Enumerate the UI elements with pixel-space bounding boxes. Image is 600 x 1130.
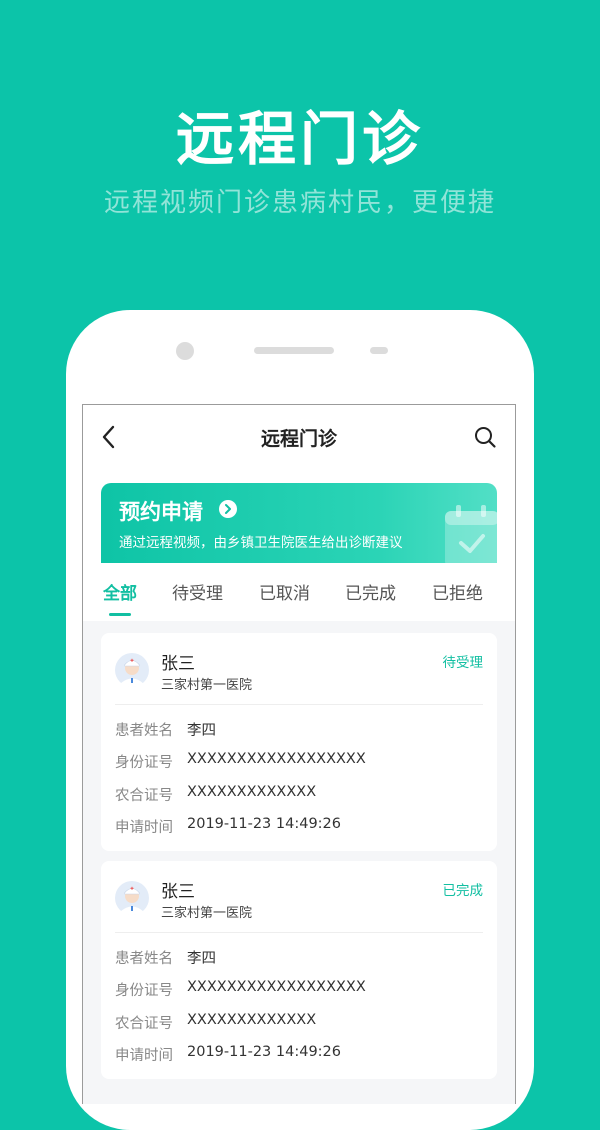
apply-time-value: 2019-11-23 14:49:26	[187, 1044, 341, 1060]
phone-camera	[176, 342, 194, 360]
insurance-number-label: 农合证号	[115, 1016, 173, 1032]
id-number-label: 身份证号	[115, 983, 173, 999]
id-number-value: XXXXXXXXXXXXXXXXXX	[187, 751, 366, 767]
insurance-number-value: XXXXXXXXXXXXX	[187, 784, 317, 800]
patient-name-value: 李四	[187, 951, 216, 967]
appointment-banner[interactable]: 预约申请 通过远程视频，由乡镇卫生院医生给出诊断建议	[101, 483, 497, 563]
hospital-name: 三家村第一医院	[161, 906, 253, 921]
doctor-name: 张三	[161, 654, 195, 674]
insurance-number-value: XXXXXXXXXXXXX	[187, 1012, 317, 1028]
card-divider	[115, 704, 483, 705]
tab-pending[interactable]: 待受理	[172, 579, 223, 604]
status-tabs: 全部 待受理 已取消 已完成 已拒绝	[83, 565, 515, 619]
hero-title: 远程门诊	[175, 105, 424, 173]
id-number-value: XXXXXXXXXXXXXXXXXX	[187, 979, 366, 995]
nav-bar: 远程门诊	[83, 405, 515, 469]
doctor-avatar	[115, 653, 149, 687]
top-area: 预约申请 通过远程视频，由乡镇卫生院医生给出诊断建议 全部 待受理 已取消 已完…	[83, 469, 515, 621]
id-number-label: 身份证号	[115, 755, 173, 771]
banner-description: 通过远程视频，由乡镇卫生院医生给出诊断建议	[119, 535, 403, 551]
tab-completed[interactable]: 已完成	[345, 579, 396, 604]
tab-rejected[interactable]: 已拒绝	[432, 579, 483, 604]
insurance-number-label: 农合证号	[115, 788, 173, 804]
hospital-name: 三家村第一医院	[161, 678, 253, 693]
app-screen: 远程门诊 预约申请 通过远程视频，由乡镇卫生院医生给出诊断建议 全部 待受理 已…	[82, 404, 516, 1104]
arrow-right-icon	[219, 500, 237, 518]
patient-name-label: 患者姓名	[115, 951, 173, 967]
phone-mockup: 远程门诊 预约申请 通过远程视频，由乡镇卫生院医生给出诊断建议 全部 待受理 已…	[66, 310, 534, 1130]
doctor-avatar	[115, 881, 149, 915]
tab-cancelled[interactable]: 已取消	[259, 579, 310, 604]
page-title: 远程门诊	[260, 428, 337, 450]
patient-name-value: 李四	[187, 723, 216, 739]
phone-sensor	[370, 347, 388, 354]
apply-time-label: 申请时间	[115, 1048, 173, 1064]
apply-time-label: 申请时间	[115, 820, 173, 836]
tab-all[interactable]: 全部	[103, 579, 137, 604]
consultation-card[interactable]: 张三 三家村第一医院 待受理 患者姓名 李四 身份证号 XXXXXXXXXXXX…	[101, 633, 497, 851]
card-divider	[115, 932, 483, 933]
calendar-check-icon	[441, 505, 497, 563]
consultation-card[interactable]: 张三 三家村第一医院 已完成 患者姓名 李四 身份证号 XXXXXXXXXXXX…	[101, 861, 497, 1079]
status-badge: 已完成	[442, 883, 484, 899]
phone-speaker	[254, 347, 334, 354]
patient-name-label: 患者姓名	[115, 723, 173, 739]
apply-time-value: 2019-11-23 14:49:26	[187, 816, 341, 832]
active-tab-indicator	[109, 613, 131, 616]
hero-subtitle: 远程视频门诊患病村民，更便捷	[103, 188, 496, 218]
banner-title: 预约申请	[119, 500, 203, 524]
search-icon[interactable]	[473, 425, 497, 449]
status-badge: 待受理	[442, 655, 484, 671]
doctor-name: 张三	[161, 882, 195, 902]
